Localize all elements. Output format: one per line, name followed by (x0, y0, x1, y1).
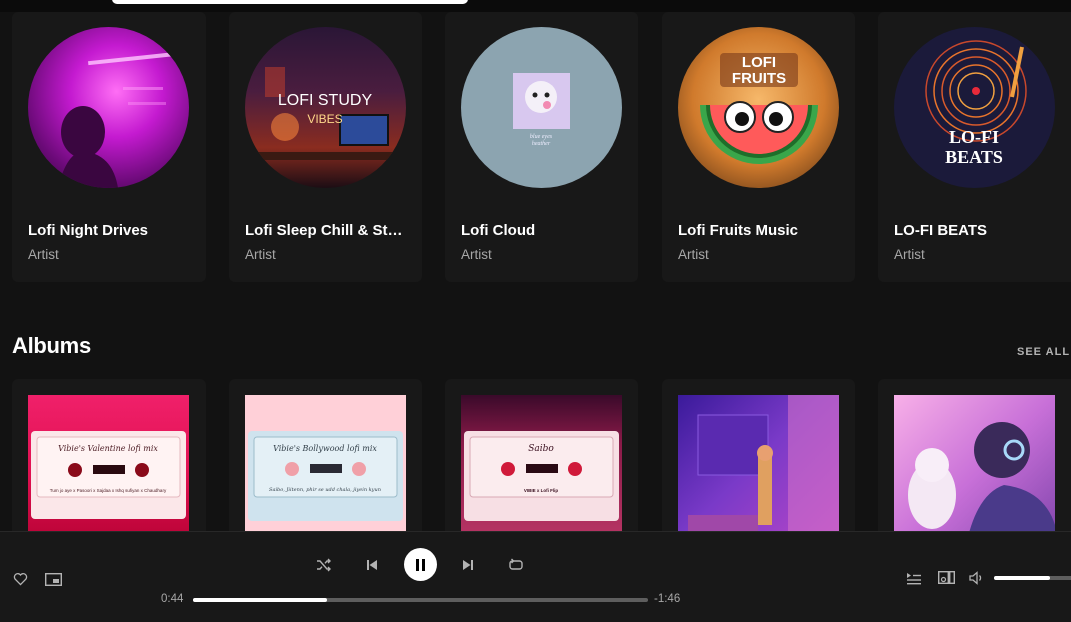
cassette-title: Vibie's Bollywood lofi mix (273, 444, 377, 453)
connect-device-icon[interactable] (936, 569, 956, 587)
volume-fill (994, 576, 1050, 580)
artist-image: LO-FI BEATS (894, 27, 1055, 188)
artist-type: Artist (894, 247, 925, 262)
cassette-subtitle: Saibo, Jiitenn, phir se udd chala, jiyei… (269, 487, 381, 493)
artist-type: Artist (461, 247, 492, 262)
elapsed-time: 0:44 (161, 593, 184, 605)
remaining-time: -1:46 (654, 593, 681, 605)
artist-name: Lofi Sleep Chill & Study (245, 222, 409, 239)
album-cover (894, 395, 1055, 549)
volume-icon[interactable] (967, 569, 987, 587)
cover-text: FRUITS (732, 70, 786, 87)
cassette-title: Saibo (528, 444, 554, 454)
artist-name: Lofi Night Drives (28, 222, 149, 239)
artist-card[interactable]: LOFI STUDY VIBES Lofi Sleep Chill & Stud… (229, 12, 422, 282)
artist-image: LOFI FRUITS (678, 27, 839, 188)
picture-in-picture-icon[interactable] (43, 570, 63, 588)
search-bar[interactable] (112, 0, 468, 4)
shuffle-icon[interactable] (314, 555, 334, 575)
album-cover: Vibie's Bollywood lofi mix Saibo, Jiiten… (245, 395, 406, 549)
cassette-title: Vibie's Valentine lofi mix (58, 444, 158, 453)
artist-image (28, 27, 189, 188)
cassette-subtitle: Tum jo aye x Pasoori x Sajdaa x Ishq suf… (50, 488, 167, 493)
artist-name: Lofi Fruits Music (678, 222, 798, 239)
next-icon[interactable] (458, 555, 478, 575)
section-title-albums[interactable]: Albums (12, 333, 91, 359)
cover-text: LOFI STUDY (278, 92, 373, 109)
artist-name: LO-FI BEATS (894, 222, 988, 239)
artist-type: Artist (678, 247, 709, 262)
pause-button[interactable] (404, 548, 437, 581)
progress-fill (193, 598, 328, 602)
artist-image: blue eyes heather (461, 27, 622, 188)
artist-image: LOFI STUDY VIBES (245, 27, 406, 188)
cover-text: blue eyes (530, 134, 553, 140)
artist-card[interactable]: LOFI FRUITS Lofi Fruits Music Artist (662, 12, 855, 282)
artist-type: Artist (28, 247, 59, 262)
artist-name: Lofi Cloud (461, 222, 536, 239)
player-bar: 0:44 -1:46 (0, 531, 1071, 622)
pause-icon (416, 558, 425, 571)
volume-slider[interactable] (994, 576, 1071, 580)
queue-icon[interactable] (904, 569, 924, 587)
progress-bar[interactable] (193, 598, 648, 602)
album-card[interactable]: Vibie's Bollywood lofi mix Saibo, Jiiten… (229, 379, 422, 549)
album-cover: Saibo VIBIE x Lofi Flip (461, 395, 622, 549)
see-all-link[interactable]: SEE ALL (1017, 346, 1070, 358)
top-bar (0, 0, 1071, 12)
album-card[interactable] (662, 379, 855, 549)
cover-text: BEATS (945, 147, 1003, 167)
repeat-icon[interactable] (506, 555, 526, 575)
artist-card[interactable]: blue eyes heather Lofi Cloud Artist (445, 12, 638, 282)
album-card[interactable]: Vibie's Valentine lofi mix Tum jo aye x … (12, 379, 206, 549)
cover-text: VIBES (307, 112, 342, 126)
cassette-subtitle: VIBIE x Lofi Flip (524, 488, 559, 493)
artist-card[interactable]: Lofi Night Drives Artist (12, 12, 206, 282)
artist-type: Artist (245, 247, 276, 262)
cover-text: LOFI (742, 54, 776, 71)
artist-card[interactable]: LO-FI BEATS LO-FI BEATS Artist (878, 12, 1071, 282)
cover-text: LO-FI (949, 127, 999, 147)
cover-text: heather (532, 141, 551, 147)
album-card[interactable]: Saibo VIBIE x Lofi Flip (445, 379, 638, 549)
previous-icon[interactable] (362, 555, 382, 575)
album-cover (678, 395, 839, 549)
like-icon[interactable] (11, 570, 29, 588)
album-cover: Vibie's Valentine lofi mix Tum jo aye x … (28, 395, 189, 549)
album-card[interactable] (878, 379, 1071, 549)
